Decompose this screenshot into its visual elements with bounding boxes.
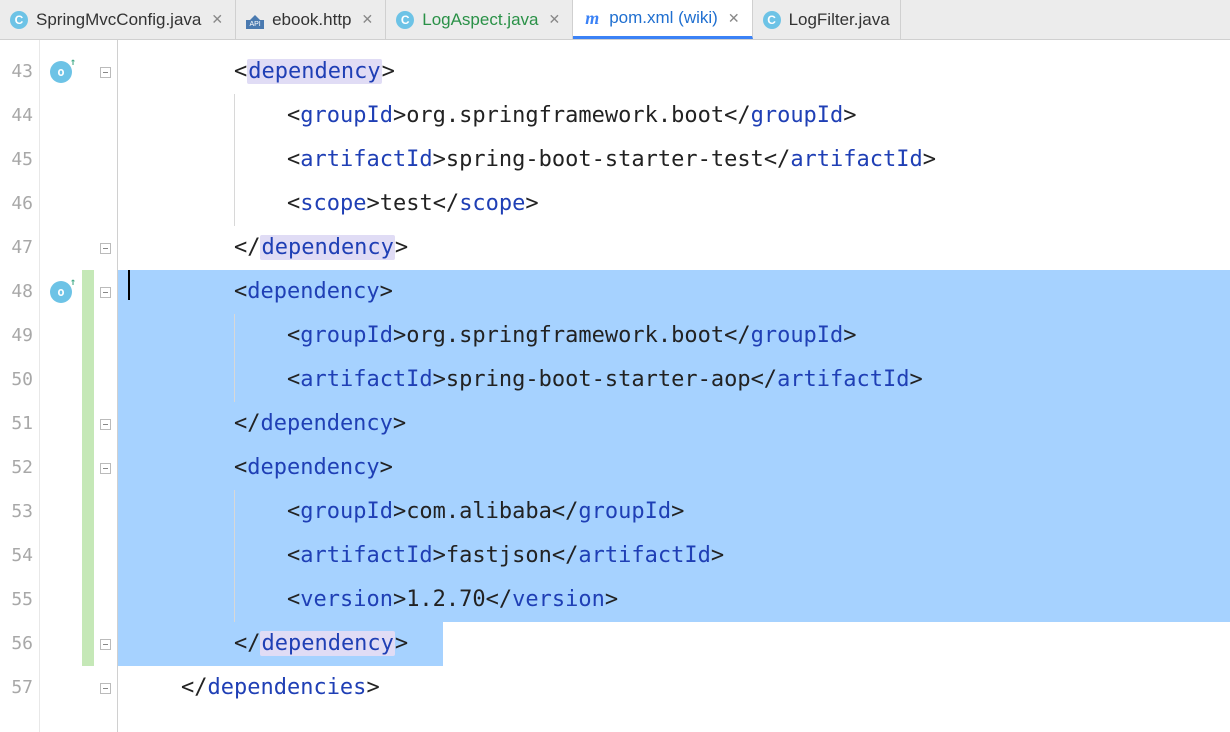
editor-tab-bar: C SpringMvcConfig.java ✕ API ebook.http …	[0, 0, 1230, 40]
code-line[interactable]: <groupId>org.springframework.boot</group…	[118, 94, 1230, 138]
code-line[interactable]: <groupId>org.springframework.boot</group…	[118, 314, 1230, 358]
vcs-added-marker[interactable]	[82, 314, 94, 358]
fold-gutter	[94, 40, 118, 732]
vcs-added-marker[interactable]	[82, 270, 94, 314]
code-line[interactable]: </dependencies>	[118, 666, 1230, 710]
tab-ebook-http[interactable]: API ebook.http ✕	[236, 0, 386, 39]
code-line[interactable]: <artifactId>spring-boot-starter-test</ar…	[118, 138, 1230, 182]
tab-logaspect[interactable]: C LogAspect.java ✕	[386, 0, 573, 39]
api-icon: API	[246, 11, 264, 29]
vcs-added-marker[interactable]	[82, 578, 94, 622]
code-line[interactable]: <version>1.2.70</version>	[118, 578, 1230, 622]
fold-toggle-icon[interactable]	[100, 243, 111, 254]
line-number: 45	[0, 138, 39, 182]
code-line[interactable]: </dependency>	[118, 622, 1230, 666]
code-line[interactable]: <scope>test</scope>	[118, 182, 1230, 226]
code-line[interactable]: <artifactId>fastjson</artifactId>	[118, 534, 1230, 578]
code-area[interactable]: <dependency> <groupId>org.springframewor…	[118, 40, 1230, 732]
vcs-added-marker[interactable]	[82, 534, 94, 578]
tab-label: LogFilter.java	[789, 10, 890, 30]
line-number: 53	[0, 490, 39, 534]
fold-toggle-icon[interactable]	[100, 419, 111, 430]
class-icon: C	[763, 11, 781, 29]
close-icon[interactable]: ✕	[546, 11, 562, 28]
code-line[interactable]: <groupId>com.alibaba</groupId>	[118, 490, 1230, 534]
maven-icon: m	[583, 9, 601, 27]
tab-logfilter[interactable]: C LogFilter.java	[753, 0, 901, 39]
line-number: 51	[0, 402, 39, 446]
line-number: 46	[0, 182, 39, 226]
vcs-added-marker[interactable]	[82, 490, 94, 534]
line-number: 56	[0, 622, 39, 666]
text-caret	[128, 270, 130, 300]
line-number: 43	[0, 50, 39, 94]
vcs-added-marker[interactable]	[82, 446, 94, 490]
tab-label: pom.xml (wiki)	[609, 8, 718, 28]
tab-label: SpringMvcConfig.java	[36, 10, 201, 30]
fold-toggle-icon[interactable]	[100, 463, 111, 474]
fold-toggle-icon[interactable]	[100, 287, 111, 298]
icon-gutter: o↑ o↑	[40, 40, 82, 732]
close-icon[interactable]: ✕	[726, 10, 742, 27]
line-number: 44	[0, 94, 39, 138]
code-line[interactable]: <dependency>	[118, 446, 1230, 490]
line-number: 55	[0, 578, 39, 622]
line-number: 48	[0, 270, 39, 314]
fold-toggle-icon[interactable]	[100, 67, 111, 78]
spring-bean-icon[interactable]: o↑	[50, 281, 72, 303]
line-number: 49	[0, 314, 39, 358]
fold-toggle-icon[interactable]	[100, 683, 111, 694]
vcs-added-marker[interactable]	[82, 402, 94, 446]
tab-label: LogAspect.java	[422, 10, 538, 30]
code-line[interactable]: <dependency>	[118, 50, 1230, 94]
code-line[interactable]: <artifactId>spring-boot-starter-aop</art…	[118, 358, 1230, 402]
code-line[interactable]: <dependency>	[118, 270, 1230, 314]
code-line[interactable]: </dependency>	[118, 226, 1230, 270]
vcs-gutter	[82, 40, 94, 732]
close-icon[interactable]: ✕	[209, 11, 225, 28]
spring-bean-icon[interactable]: o↑	[50, 61, 72, 83]
class-icon: C	[396, 11, 414, 29]
line-number-gutter: 43 44 45 46 47 48 49 50 51 52 53 54 55 5…	[0, 40, 40, 732]
vcs-added-marker[interactable]	[82, 358, 94, 402]
line-number: 52	[0, 446, 39, 490]
fold-toggle-icon[interactable]	[100, 639, 111, 650]
class-icon: C	[10, 11, 28, 29]
editor-area: 43 44 45 46 47 48 49 50 51 52 53 54 55 5…	[0, 40, 1230, 732]
code-line[interactable]: </dependency>	[118, 402, 1230, 446]
close-icon[interactable]: ✕	[360, 11, 376, 28]
tab-label: ebook.http	[272, 10, 351, 30]
tab-pom-xml[interactable]: m pom.xml (wiki) ✕	[573, 0, 752, 39]
vcs-added-marker[interactable]	[82, 622, 94, 666]
line-number: 50	[0, 358, 39, 402]
line-number: 47	[0, 226, 39, 270]
line-number: 57	[0, 666, 39, 710]
line-number: 54	[0, 534, 39, 578]
tab-springmvcconfig[interactable]: C SpringMvcConfig.java ✕	[0, 0, 236, 39]
